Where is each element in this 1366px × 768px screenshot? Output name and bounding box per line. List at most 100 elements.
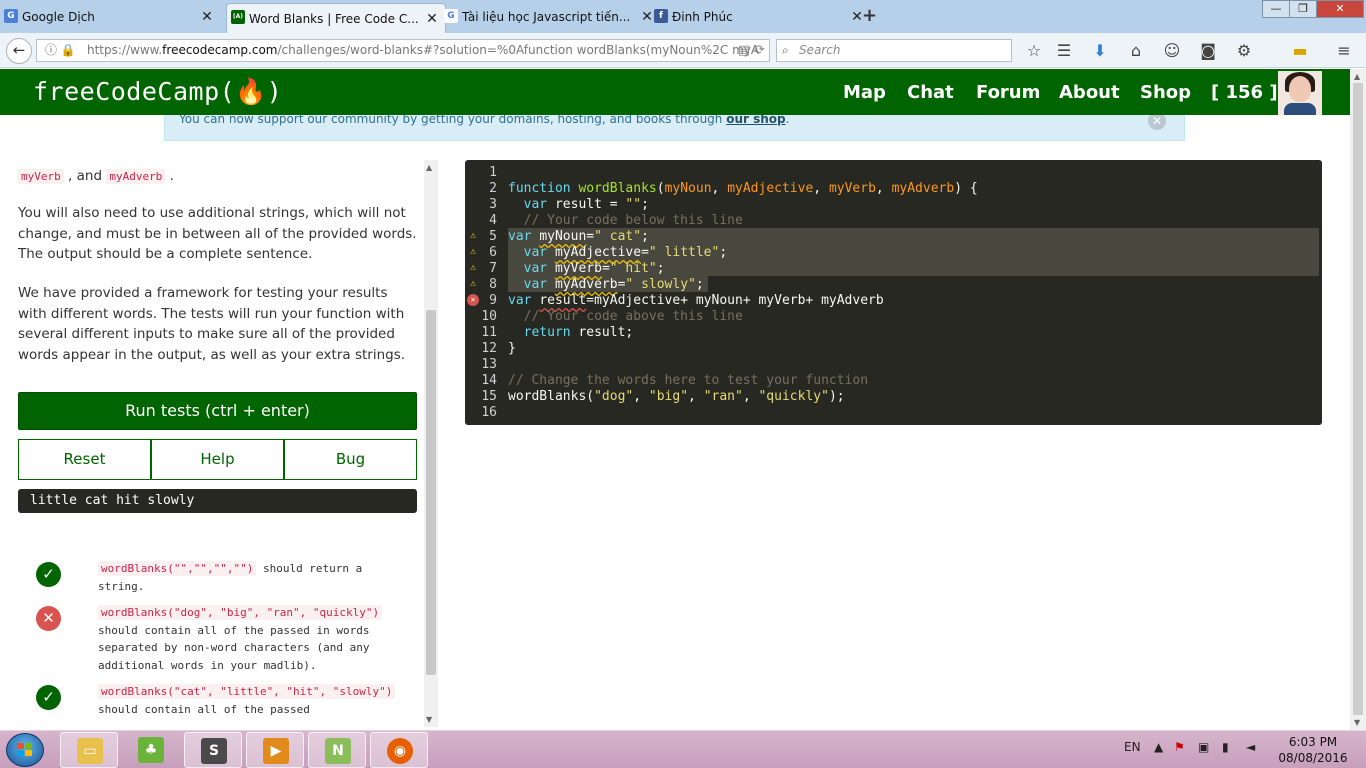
tray-flag-icon[interactable]: ⚑ bbox=[1174, 740, 1185, 754]
code-line[interactable]: ✕ 9 var result=myAdjective+ myNoun+ myVerb… bbox=[465, 293, 1322, 309]
code-line[interactable]: ⚠ 7 var myVerb=" hit"; bbox=[465, 261, 1322, 277]
scrollbar-thumb[interactable] bbox=[1353, 83, 1363, 715]
instruction-line: myVerb , and myAdverb . bbox=[18, 166, 418, 188]
browser-nav-bar: ← ⓘ 🔒 https://www.freecodecamp.com/chall… bbox=[0, 33, 1366, 68]
close-window-icon[interactable]: ✕ bbox=[1316, 0, 1364, 18]
google-icon: G bbox=[444, 9, 458, 23]
code-line[interactable]: ⚠ 5 var myNoun=" cat"; bbox=[465, 229, 1322, 245]
code-line[interactable]: 14// Change the words here to test your … bbox=[465, 373, 1322, 389]
url-path: /challenges/word-blanks#?solution=%0Afun… bbox=[277, 43, 760, 57]
scrollbar-thumb[interactable] bbox=[426, 310, 436, 675]
tab-title: Google Dịch bbox=[22, 9, 95, 24]
nav-shop[interactable]: Shop bbox=[1140, 82, 1191, 103]
screen: G Google Dịch ✕ (A) Word Blanks | Free C… bbox=[0, 0, 1366, 768]
back-arrow-icon[interactable]: ← bbox=[6, 38, 32, 64]
test-code: wordBlanks("cat", "little", "hit", "slow… bbox=[98, 684, 396, 699]
taskbar-explorer[interactable]: ▭ bbox=[60, 732, 118, 768]
new-tab-icon[interactable]: + bbox=[862, 5, 877, 26]
tab-google-translate[interactable]: G Google Dịch ✕ bbox=[0, 3, 220, 30]
maximize-icon[interactable]: ❐ bbox=[1289, 0, 1317, 18]
nav-forum[interactable]: Forum bbox=[976, 82, 1040, 103]
code-line[interactable]: 16 bbox=[465, 405, 1322, 421]
network-icon[interactable]: ▮ bbox=[1222, 740, 1229, 754]
pocket-icon[interactable]: ◙ bbox=[1198, 41, 1218, 61]
check-icon: ✓ bbox=[36, 685, 61, 710]
code-line[interactable]: 1 bbox=[465, 165, 1322, 181]
url-bar[interactable]: ⓘ 🔒 https://www.freecodecamp.com/challen… bbox=[36, 39, 770, 62]
code-line[interactable]: 11 return result; bbox=[465, 325, 1322, 341]
notice-text: You can now support our community by get… bbox=[179, 115, 727, 126]
test-text: should contain all of the passed bbox=[98, 702, 310, 716]
reader-reload-icon[interactable]: ▤ ⟳ bbox=[738, 40, 765, 61]
code-editor[interactable]: 1 2 function wordBlanks(myNoun, myAdjecti… bbox=[465, 160, 1322, 425]
tab-facebook[interactable]: f Đinh Phúc ✕ bbox=[650, 3, 870, 30]
run-tests-button[interactable]: Run tests (ctrl + enter) bbox=[18, 392, 417, 430]
info-lock-icon[interactable]: ⓘ 🔒 bbox=[45, 40, 76, 61]
system-clock[interactable]: 6:03 PM 08/08/2016 bbox=[1268, 734, 1358, 766]
clock-date: 08/08/2016 bbox=[1278, 751, 1348, 765]
folder-icon: ▭ bbox=[77, 738, 103, 764]
extension-icon[interactable]: ⚙ bbox=[1234, 41, 1254, 61]
search-placeholder: Search bbox=[799, 43, 841, 57]
page-scrollbar[interactable]: ▲ ▼ bbox=[1350, 69, 1366, 730]
fcc-logo[interactable]: freeCodeCamp(🔥) bbox=[33, 77, 282, 107]
test-text: should contain all of the passed in word… bbox=[98, 623, 370, 672]
windows-taskbar: ▭ ♣ S ▶ N ◉ EN ▲ ⚑ ▣ ▮ ◄ 6:03 PM 08/08/2… bbox=[0, 730, 1366, 768]
menu-icon[interactable]: ≡ bbox=[1334, 41, 1354, 61]
code-myverb: myVerb bbox=[18, 169, 64, 184]
tab-word-blanks[interactable]: (A) Word Blanks | Free Code C... ✕ bbox=[226, 3, 446, 33]
instructions-scrollbar[interactable]: ▲ ▼ bbox=[424, 160, 438, 727]
start-button[interactable] bbox=[6, 733, 44, 767]
freecodecamp-icon: (A) bbox=[231, 10, 245, 24]
code-line[interactable]: 4 // Your code below this line bbox=[465, 213, 1322, 229]
close-notice-icon[interactable]: ✕ bbox=[1148, 115, 1166, 130]
code-line[interactable]: ⚠ 8 var myAdverb=" slowly"; bbox=[465, 277, 1322, 293]
taskbar-parrot-app[interactable]: ♣ bbox=[122, 732, 180, 768]
tab-title: Word Blanks | Free Code C... bbox=[249, 11, 419, 26]
code-line[interactable]: 15 wordBlanks("dog", "big", "ran", "quick… bbox=[465, 389, 1322, 405]
close-tab-icon[interactable]: ✕ bbox=[425, 11, 439, 27]
code-line[interactable]: 3 var result = ""; bbox=[465, 197, 1322, 213]
avatar[interactable] bbox=[1278, 71, 1322, 115]
parrot-icon: ♣ bbox=[138, 737, 164, 763]
volume-icon[interactable]: ◄ bbox=[1246, 740, 1255, 754]
download-icon[interactable]: ⬇ bbox=[1090, 41, 1110, 61]
search-input[interactable]: ⌕ Search bbox=[776, 39, 1012, 62]
taskbar-firefox[interactable]: ◉ bbox=[370, 732, 428, 768]
code-line[interactable]: 12} bbox=[465, 341, 1322, 357]
taskbar-sublime[interactable]: S bbox=[184, 732, 242, 768]
notepad-icon: N bbox=[325, 738, 351, 764]
our-shop-link[interactable]: our shop bbox=[726, 115, 785, 126]
help-button[interactable]: Help bbox=[151, 439, 284, 480]
nav-chat[interactable]: Chat bbox=[907, 82, 954, 103]
emoji-icon[interactable]: ☺ bbox=[1162, 41, 1182, 61]
tab-javascript-docs[interactable]: G Tài liệu học Javascript tiến... ✕ bbox=[440, 3, 660, 30]
bookmark-star-icon[interactable]: ☆ bbox=[1024, 41, 1044, 61]
taskbar-media-player[interactable]: ▶ bbox=[246, 732, 304, 768]
browser-tab-strip: G Google Dịch ✕ (A) Word Blanks | Free C… bbox=[0, 0, 1366, 33]
tab-title: Tài liệu học Javascript tiến... bbox=[462, 9, 631, 24]
language-indicator[interactable]: EN bbox=[1124, 740, 1141, 754]
nav-points[interactable]: [ 156 ] bbox=[1211, 82, 1278, 103]
extension-bar-icon[interactable]: ▬ bbox=[1290, 41, 1310, 61]
clock-time: 6:03 PM bbox=[1288, 735, 1338, 749]
media-player-icon: ▶ bbox=[263, 738, 289, 764]
home-icon[interactable]: ⌂ bbox=[1126, 41, 1146, 61]
bookmarks-list-icon[interactable]: ☰ bbox=[1054, 41, 1074, 61]
url-domain: freecodecamp.com bbox=[162, 43, 278, 57]
code-line[interactable]: 10 // Your code above this line bbox=[465, 309, 1322, 325]
code-line[interactable]: 2 function wordBlanks(myNoun, myAdjective… bbox=[465, 181, 1322, 197]
code-line[interactable]: 13 bbox=[465, 357, 1322, 373]
bug-button[interactable]: Bug bbox=[284, 439, 417, 480]
taskbar-notepadpp[interactable]: N bbox=[308, 732, 366, 768]
reset-button[interactable]: Reset bbox=[18, 439, 151, 480]
cross-icon: ✕ bbox=[36, 606, 61, 631]
code-line[interactable]: ⚠ 6 var myAdjective=" little"; bbox=[465, 245, 1322, 261]
nav-map[interactable]: Map bbox=[843, 82, 886, 103]
tray-expand-icon[interactable]: ▲ bbox=[1154, 740, 1163, 754]
tray-app-icon[interactable]: ▣ bbox=[1198, 740, 1209, 754]
minimize-icon[interactable]: — bbox=[1262, 0, 1290, 18]
nav-about[interactable]: About bbox=[1059, 82, 1120, 103]
sublime-icon: S bbox=[201, 738, 227, 764]
close-tab-icon[interactable]: ✕ bbox=[200, 9, 214, 25]
